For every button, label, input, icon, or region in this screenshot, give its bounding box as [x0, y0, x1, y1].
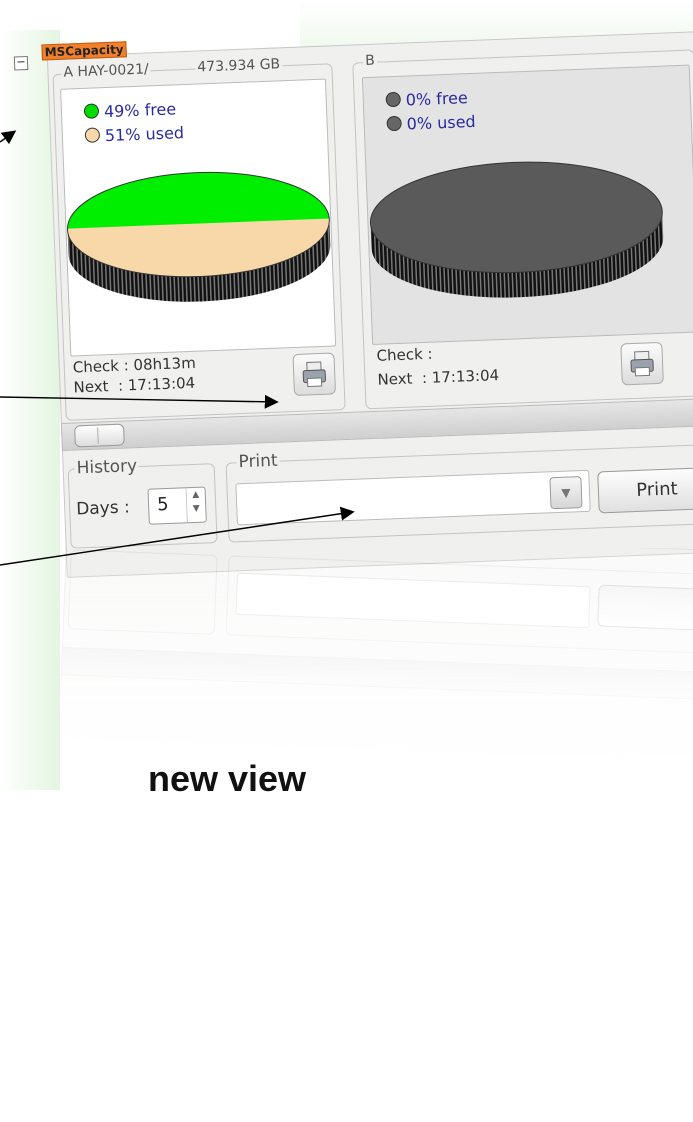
annotation-arrows — [0, 130, 355, 566]
arrow-to-print-button — [0, 394, 279, 409]
arrow-to-print-combo — [0, 506, 355, 566]
arrow-to-legend — [0, 130, 17, 145]
